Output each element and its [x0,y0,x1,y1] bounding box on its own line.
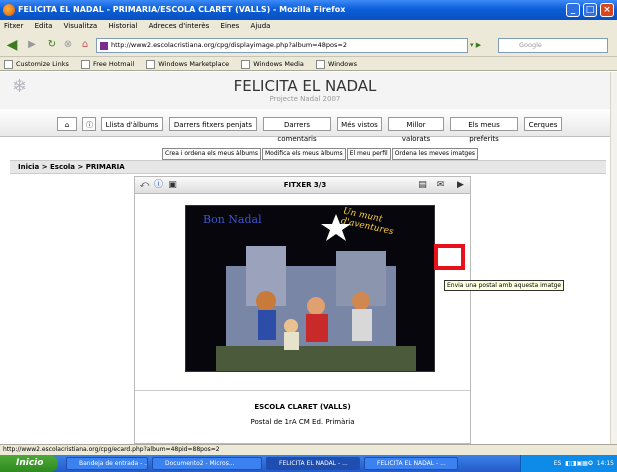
back-icon[interactable]: ◀ [4,37,20,53]
ecard-highlight [434,244,465,270]
close-button[interactable]: × [600,3,614,17]
menu-history[interactable]: Historial [108,22,137,30]
image-text-bon-nadal: Bon Nadal [203,213,262,226]
bookmark-item[interactable]: Free Hotmail [81,60,134,68]
site-title: FELICITA EL NADAL [233,77,377,95]
breadcrumb[interactable]: Inicia > Escola > PRIMARIA [10,160,606,174]
stop-icon[interactable]: ⊗ [60,37,76,53]
modify-albums-link[interactable]: Modifica els meus àlbums [261,148,346,160]
bookmark-item[interactable]: Windows [316,60,357,68]
system-tray: ES ◧◨▣▦✪ 14:15 [520,455,617,472]
divider [135,390,470,391]
task-firefox[interactable]: FELICITA EL NADAL - ... [364,457,458,470]
tab-album-list[interactable]: Llista d'àlbums [101,117,163,131]
ecard-icon[interactable]: ✉ [435,180,446,191]
forward-icon[interactable]: ▶ [24,37,40,53]
bookmark-item[interactable]: Windows Media [241,60,304,68]
vertical-scrollbar[interactable] [610,72,617,444]
navigation-toolbar: ◀ ▶ ↻ ⊗ ⌂ http://www2.escolacristiana.or… [0,33,617,57]
menu-bar: Fitxer Edita Visualitza Historial Adrece… [0,20,617,33]
next-icon[interactable]: ▶ [455,180,466,191]
return-thumbnails-icon[interactable]: ⤺ [139,180,150,191]
main-tabs: ⌂ ⓘ Llista d'àlbums Darrers fitxers penj… [0,109,610,143]
search-input[interactable]: Google [498,38,608,53]
image-caption-subtitle: Postal de 1rA CM Ed. Primària [250,418,355,426]
site-header: ❄ FELICITA EL NADAL Projecte Nadal 2007 [0,72,610,109]
window-titlebar: FELICITA EL NADAL - PRIMARIA/ESCOLA CLAR… [0,0,617,20]
menu-help[interactable]: Ajuda [251,22,271,30]
menu-file[interactable]: Fitxer [4,22,23,30]
search-placeholder: Google [519,41,542,49]
url-text: http://www2.escolacristiana.org/cpg/disp… [111,41,347,49]
menu-edit[interactable]: Edita [35,22,53,30]
site-favicon-icon [100,42,108,50]
site-subtitle: Projecte Nadal 2007 [269,95,341,103]
image-caption-title: ESCOLA CLARET (VALLS) [254,403,351,411]
go-button[interactable]: ▾ ▶ [470,38,496,53]
language-indicator[interactable]: ES [554,460,562,467]
menu-tools[interactable]: Eines [221,22,240,30]
menu-view[interactable]: Visualitza [64,22,98,30]
profile-link[interactable]: El meu perfil [346,148,391,160]
viewer-header: ⤺ ⓘ ▣ FITXER 3/3 ▤ ✉ ▶ [135,177,470,194]
tab-most-viewed[interactable]: Més vistos [337,117,382,131]
info-tab-icon[interactable]: ⓘ [82,117,96,131]
window-title: FELICITA EL NADAL - PRIMARIA/ESCOLA CLAR… [18,5,346,14]
bookmarks-toolbar: Customize Links Free Hotmail Windows Mar… [0,57,617,71]
user-actions-bar: Crea i ordena els meus àlbums Modifica el… [162,148,479,160]
menu-bookmarks[interactable]: Adreces d'interès [149,22,210,30]
tray-icons[interactable]: ◧◨▣▦✪ [563,460,595,467]
reload-icon[interactable]: ↻ [44,37,60,53]
comment-icon[interactable]: ▤ [417,180,428,191]
ecard-tooltip: Envia una postal amb aquesta imatge [444,280,565,291]
viewer-title: FITXER 3/3 [283,181,327,189]
task-word[interactable]: Documento2 - Micros... [152,457,262,470]
task-mail[interactable]: Bandeja de entrada - ... [66,457,148,470]
windows-taskbar: Inicio Bandeja de entrada - ... Document… [0,455,617,472]
sort-images-link[interactable]: Ordena les meves imatges [391,148,479,160]
start-button[interactable]: Inicio [0,455,58,472]
maximize-button[interactable]: □ [583,3,597,17]
create-albums-link[interactable]: Crea i ordena els meus àlbums [162,148,261,160]
image-viewer: ⤺ ⓘ ▣ FITXER 3/3 ▤ ✉ ▶ Bon Nadal Un munt… [134,176,471,444]
nativity-postcard-image: Bon Nadal Un munt d'aventures [185,205,435,372]
home-tab-icon[interactable]: ⌂ [57,117,77,131]
task-firefox-active[interactable]: FELICITA EL NADAL - ... [266,457,360,470]
snowflake-icon: ❄ [12,76,28,97]
bookmark-item[interactable]: Windows Marketplace [146,60,229,68]
home-icon[interactable]: ⌂ [77,37,93,53]
bookmark-item[interactable]: Customize Links [4,60,69,68]
tab-search[interactable]: Cerques [524,117,562,131]
info-icon[interactable]: ⓘ [153,180,164,191]
url-bar[interactable]: http://www2.escolacristiana.org/cpg/disp… [96,38,468,53]
minimize-button[interactable]: _ [566,3,580,17]
slideshow-icon[interactable]: ▣ [167,180,178,191]
tab-last-uploads[interactable]: Darrers fitxers penjats [169,117,257,131]
tab-favorites[interactable]: Els meus preferits [450,117,518,143]
tab-top-rated[interactable]: Millor valorats [388,117,444,143]
clock: 14:15 [596,460,614,467]
tab-last-comments[interactable]: Darrers comentaris [263,117,331,143]
status-bar: http://www2.escolacristiana.org/cpg/ecar… [0,444,617,455]
firefox-icon [3,4,15,16]
page-content: ❄ FELICITA EL NADAL Projecte Nadal 2007 … [0,72,610,444]
